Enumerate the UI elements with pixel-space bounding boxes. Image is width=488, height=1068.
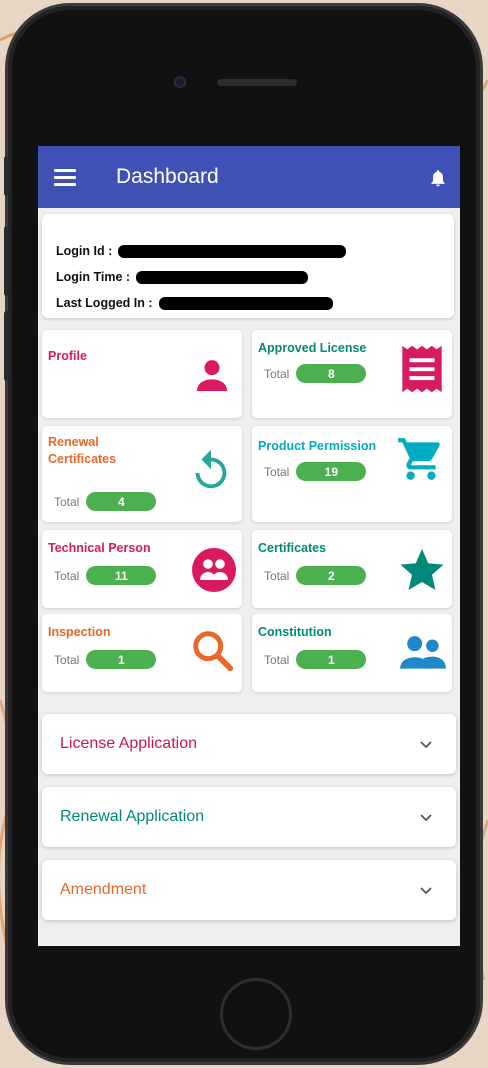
accordion-label: Amendment (60, 881, 147, 898)
tile-label: Inspection (48, 625, 111, 639)
tile-total: Total 19 (264, 462, 367, 481)
tile-profile[interactable]: Profile (42, 330, 242, 418)
app-screen: Dashboard Login Id : Login Time : Last L… (38, 146, 460, 946)
tile-approved-license[interactable]: Approved License Total 8 (252, 330, 452, 418)
accordion-renewal-application[interactable]: Renewal Application (42, 787, 456, 847)
person-icon (197, 360, 227, 391)
tile-total: Total 2 (264, 566, 367, 585)
total-label: Total (54, 568, 80, 583)
people-icon (400, 636, 446, 669)
tile-total: Total 1 (54, 650, 157, 669)
home-button[interactable] (220, 978, 292, 1050)
volume-up-button (4, 226, 9, 296)
chevron-down-icon (420, 814, 432, 822)
notification-bell-icon[interactable] (428, 168, 448, 188)
login-time-label: Login Time : (56, 270, 131, 284)
total-label: Total (264, 568, 290, 583)
chevron-down-icon (420, 887, 432, 895)
count-badge: 1 (86, 650, 157, 669)
refresh-icon (195, 449, 227, 489)
count-badge: 11 (86, 566, 157, 585)
cart-icon (398, 438, 440, 480)
summary-tiles: Profile Approved License Total 8 Renewal… (38, 318, 460, 698)
accordion-label: License Application (60, 735, 197, 752)
total-label: Total (54, 652, 80, 667)
star-icon (400, 549, 444, 590)
tile-total: Total 1 (264, 650, 367, 669)
count-badge: 2 (296, 566, 367, 585)
login-info-card: Login Id : Login Time : Last Logged In : (42, 214, 454, 318)
search-icon (193, 631, 234, 672)
chevron-down-icon (420, 741, 432, 749)
tile-certificates[interactable]: Certificates Total 2 (252, 530, 452, 608)
count-badge: 1 (296, 650, 367, 669)
redacted-login-time (136, 270, 309, 284)
earpiece-speaker (217, 79, 297, 86)
volume-down-button (4, 311, 9, 381)
login-time-row: Login Time : (56, 270, 309, 284)
tile-label: Technical Person (48, 541, 151, 555)
accordion-amendment[interactable]: Amendment (42, 860, 456, 920)
total-label: Total (264, 366, 290, 381)
tile-label: Approved License (258, 341, 367, 355)
accordion-license-application[interactable]: License Application (42, 714, 456, 774)
front-camera (174, 76, 186, 88)
login-id-row: Login Id : (56, 244, 347, 258)
count-badge: 8 (296, 364, 367, 383)
accordion-label: Renewal Application (60, 808, 205, 825)
last-logged-row: Last Logged In : (56, 296, 333, 310)
login-id-label: Login Id : (56, 244, 113, 258)
redacted-login-id (118, 244, 347, 258)
total-label: Total (264, 464, 290, 479)
total-label: Total (264, 652, 290, 667)
app-bar: Dashboard (38, 146, 460, 208)
tile-label: Certificates (258, 541, 327, 555)
tile-total: Total 8 (264, 364, 367, 383)
redacted-last-logged (158, 296, 333, 310)
tile-label: Renewal Certificates (48, 435, 117, 466)
tile-label: Product Permission (258, 439, 377, 453)
menu-icon[interactable] (54, 168, 76, 186)
tile-total: Total 4 (54, 492, 157, 511)
tile-total: Total 11 (54, 566, 157, 585)
tile-label: Constitution (258, 625, 332, 639)
last-logged-label: Last Logged In : (56, 296, 153, 310)
mute-switch (4, 156, 9, 196)
tile-product-permission[interactable]: Product Permission Total 19 (252, 426, 452, 522)
count-badge: 19 (296, 462, 367, 481)
tile-technical-person[interactable]: Technical Person Total 11 (42, 530, 242, 608)
total-label: Total (54, 494, 80, 509)
group-face-icon (192, 548, 236, 592)
count-badge: 4 (86, 492, 157, 511)
tile-inspection[interactable]: Inspection Total 1 (42, 614, 242, 692)
receipt-icon (402, 345, 442, 393)
page-title: Dashboard (116, 165, 219, 188)
tile-label: Profile (48, 349, 87, 363)
tile-renewal-certificates[interactable]: Renewal Certificates Total 4 (42, 426, 242, 522)
tile-constitution[interactable]: Constitution Total 1 (252, 614, 452, 692)
